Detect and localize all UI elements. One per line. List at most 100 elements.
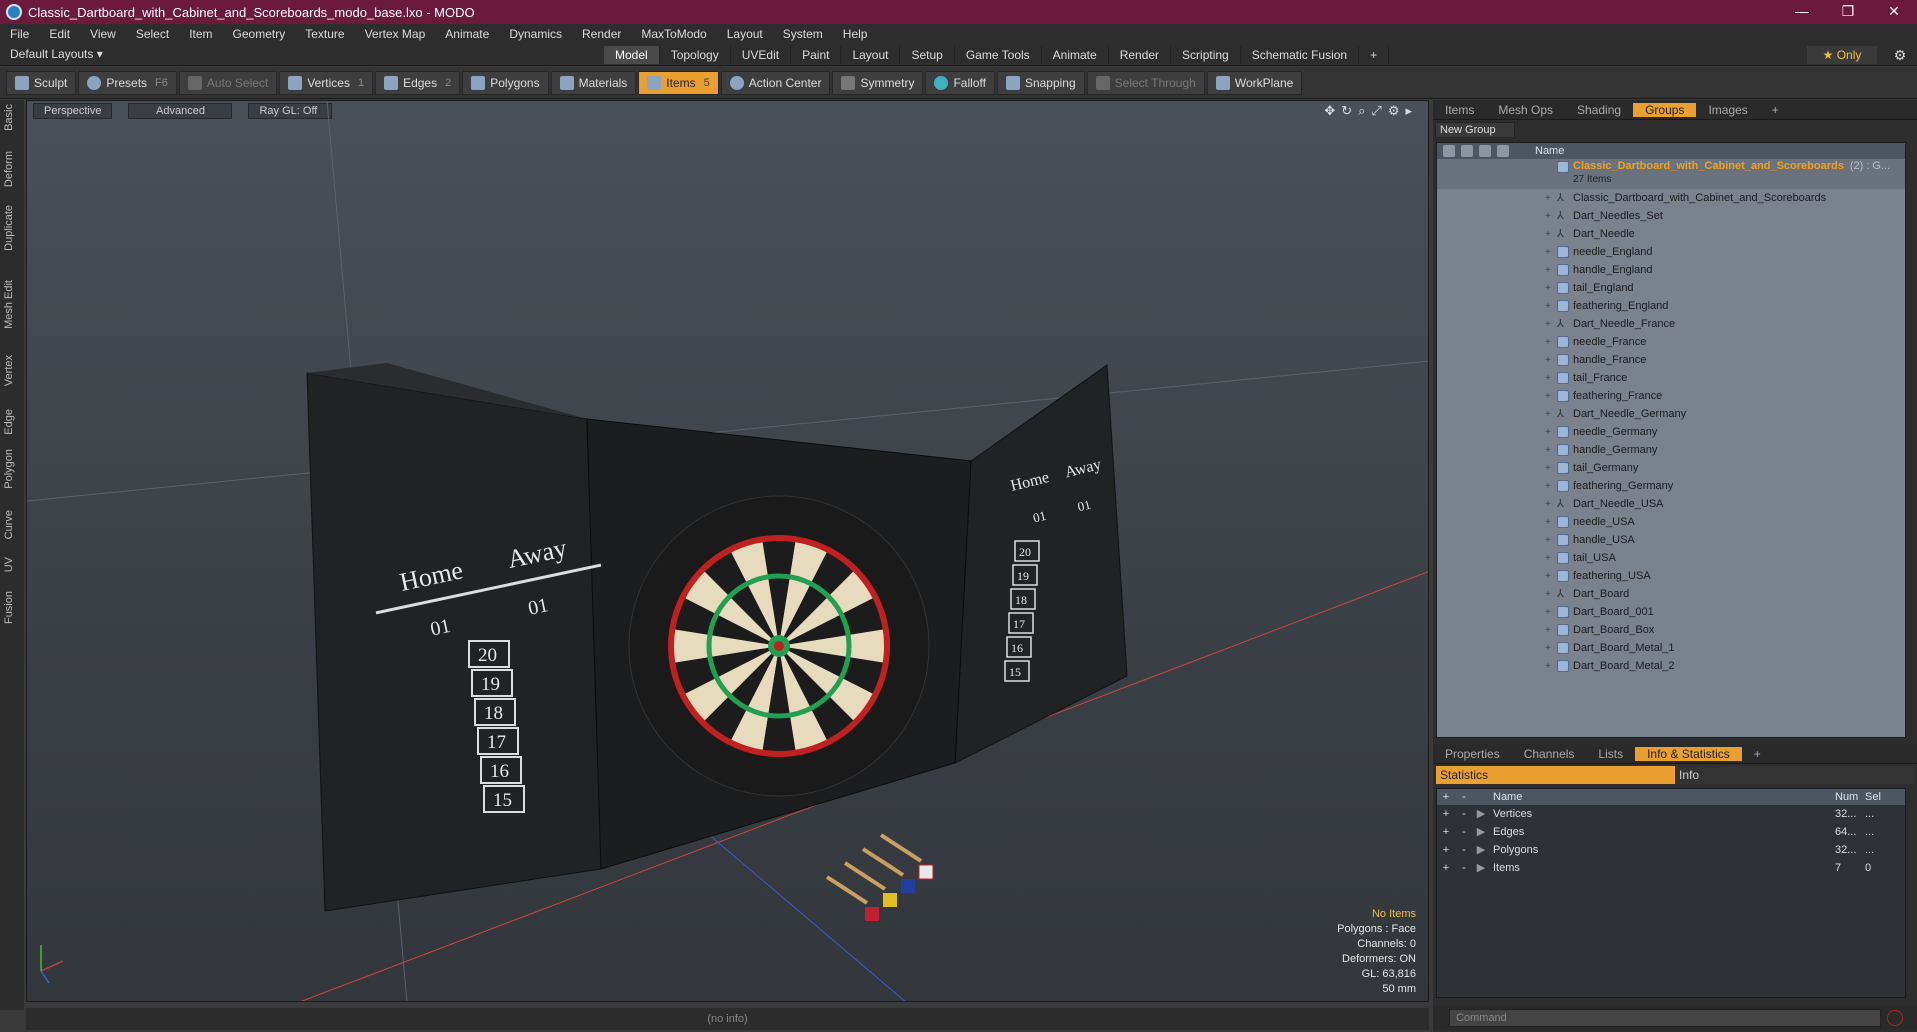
- list-item[interactable]: + ⅄ Dart_Needle_France: [1437, 315, 1905, 333]
- command-run-icon[interactable]: [1887, 1010, 1903, 1026]
- add-icon[interactable]: +: [1437, 823, 1455, 841]
- select-icon[interactable]: [1497, 145, 1509, 157]
- left-tab-edge[interactable]: Edge: [3, 409, 15, 435]
- menu-item-file[interactable]: File: [0, 27, 39, 41]
- expand-icon[interactable]: +: [1545, 445, 1551, 456]
- menu-item-item[interactable]: Item: [179, 27, 222, 41]
- menu-item-animate[interactable]: Animate: [435, 27, 499, 41]
- list-item[interactable]: + ⅄ Classic_Dartboard_with_Cabinet_and_Sco…: [1437, 189, 1905, 207]
- snapping-button[interactable]: Snapping: [996, 70, 1085, 95]
- list-item[interactable]: + feathering_Germany: [1437, 477, 1905, 495]
- expand-triangle-icon[interactable]: ▶: [1473, 823, 1489, 841]
- tab-game-tools[interactable]: Game Tools: [955, 46, 1042, 64]
- lock-icon[interactable]: [1479, 145, 1491, 157]
- panel-tab-add[interactable]: +: [1760, 103, 1791, 117]
- expand-icon[interactable]: +: [1545, 229, 1551, 240]
- tab-uvedit[interactable]: UVEdit: [731, 46, 792, 64]
- tab-animate[interactable]: Animate: [1042, 46, 1109, 64]
- tab-scripting[interactable]: Scripting: [1171, 46, 1241, 64]
- expand-icon[interactable]: +: [1545, 661, 1551, 672]
- list-item[interactable]: + handle_Germany: [1437, 441, 1905, 459]
- list-item[interactable]: + needle_France: [1437, 333, 1905, 351]
- list-item[interactable]: + ⅄ Dart_Board: [1437, 585, 1905, 603]
- list-item[interactable]: + Dart_Board_Box: [1437, 621, 1905, 639]
- menu-item-texture[interactable]: Texture: [295, 27, 354, 41]
- eye-icon[interactable]: [1443, 145, 1455, 157]
- expand-icon[interactable]: +: [1545, 337, 1551, 348]
- expand-icon[interactable]: +: [1545, 589, 1551, 600]
- expand-triangle-icon[interactable]: ▶: [1473, 841, 1489, 859]
- expand-icon[interactable]: +: [1545, 211, 1551, 222]
- panel-tab-info-statistics[interactable]: Info & Statistics: [1635, 746, 1742, 761]
- panel-tab-images[interactable]: Images: [1696, 103, 1759, 117]
- list-item[interactable]: + ⅄ Dart_Needle: [1437, 225, 1905, 243]
- expand-icon[interactable]: +: [1545, 373, 1551, 384]
- select-through-button[interactable]: Select Through: [1086, 70, 1205, 95]
- symmetry-button[interactable]: Symmetry: [832, 70, 924, 95]
- expand-icon[interactable]: +: [1545, 553, 1551, 564]
- minimize-button[interactable]: —: [1779, 0, 1825, 24]
- list-item[interactable]: + feathering_France: [1437, 387, 1905, 405]
- list-item[interactable]: + tail_England: [1437, 279, 1905, 297]
- remove-icon[interactable]: -: [1455, 805, 1473, 823]
- add-icon[interactable]: +: [1437, 841, 1455, 859]
- presets-button[interactable]: Presets F6: [78, 70, 177, 95]
- only-button[interactable]: ★ Only: [1807, 46, 1877, 64]
- expand-icon[interactable]: +: [1545, 409, 1551, 420]
- left-tab-mesh-edit[interactable]: Mesh Edit: [3, 280, 15, 329]
- expand-triangle-icon[interactable]: ▶: [1473, 805, 1489, 823]
- tab-render[interactable]: Render: [1109, 46, 1172, 64]
- panel-tab-shading[interactable]: Shading: [1565, 103, 1633, 117]
- list-item[interactable]: + tail_Germany: [1437, 459, 1905, 477]
- list-item[interactable]: + ⅄ Dart_Needle_Germany: [1437, 405, 1905, 423]
- left-tab-basic[interactable]: Basic: [3, 104, 15, 131]
- materials-button[interactable]: Materials: [550, 70, 637, 95]
- menu-item-layout[interactable]: Layout: [717, 27, 773, 41]
- tab-setup[interactable]: Setup: [900, 46, 955, 64]
- render-icon[interactable]: [1461, 145, 1473, 157]
- list-item[interactable]: + handle_England: [1437, 261, 1905, 279]
- panel-tab-properties[interactable]: Properties: [1433, 747, 1512, 761]
- falloff-button[interactable]: Falloff: [925, 70, 995, 95]
- group-row[interactable]: Classic_Dartboard_with_Cabinet_and_Score…: [1437, 159, 1905, 189]
- gear-icon[interactable]: ⚙: [1891, 46, 1909, 64]
- list-item[interactable]: + needle_England: [1437, 243, 1905, 261]
- menu-item-dynamics[interactable]: Dynamics: [499, 27, 572, 41]
- left-tab-fusion[interactable]: Fusion: [3, 591, 15, 624]
- expand-icon[interactable]: +: [1545, 283, 1551, 294]
- vertices-button[interactable]: Vertices 1: [279, 70, 374, 95]
- panel-tab-add[interactable]: +: [1742, 747, 1773, 761]
- left-tab-duplicate[interactable]: Duplicate: [3, 205, 15, 251]
- statistics-tab[interactable]: Statistics: [1436, 766, 1675, 784]
- list-item[interactable]: + Dart_Board_Metal_2: [1437, 657, 1905, 675]
- expand-icon[interactable]: +: [1545, 319, 1551, 330]
- panel-tab-mesh-ops[interactable]: Mesh Ops: [1486, 103, 1565, 117]
- edges-button[interactable]: Edges 2: [375, 70, 461, 95]
- left-tab-polygon[interactable]: Polygon: [3, 449, 15, 489]
- command-input[interactable]: Command: [1449, 1009, 1881, 1027]
- expand-icon[interactable]: +: [1545, 481, 1551, 492]
- list-item[interactable]: + needle_USA: [1437, 513, 1905, 531]
- left-tab-uv[interactable]: UV: [3, 557, 15, 572]
- expand-icon[interactable]: +: [1545, 355, 1551, 366]
- list-item[interactable]: + tail_USA: [1437, 549, 1905, 567]
- panel-tab-lists[interactable]: Lists: [1586, 747, 1635, 761]
- menu-item-edit[interactable]: Edit: [39, 27, 80, 41]
- action-center-button[interactable]: Action Center: [720, 70, 831, 95]
- items-button[interactable]: Items 5: [638, 70, 719, 95]
- default-layouts-dropdown[interactable]: Default Layouts ▾: [10, 47, 103, 61]
- list-item[interactable]: + handle_France: [1437, 351, 1905, 369]
- remove-icon[interactable]: -: [1455, 823, 1473, 841]
- left-tab-curve[interactable]: Curve: [3, 510, 15, 539]
- list-item[interactable]: + feathering_England: [1437, 297, 1905, 315]
- add-icon[interactable]: +: [1437, 859, 1455, 877]
- table-row[interactable]: + - ▶ Items 7 0: [1437, 859, 1905, 877]
- expand-icon[interactable]: +: [1545, 427, 1551, 438]
- add-icon[interactable]: +: [1437, 805, 1455, 823]
- expand-icon[interactable]: +: [1545, 193, 1551, 204]
- expand-icon[interactable]: +: [1545, 517, 1551, 528]
- expand-icon[interactable]: +: [1545, 391, 1551, 402]
- polygons-button[interactable]: Polygons: [462, 70, 549, 95]
- expand-icon[interactable]: +: [1545, 535, 1551, 546]
- menu-item-geometry[interactable]: Geometry: [223, 27, 296, 41]
